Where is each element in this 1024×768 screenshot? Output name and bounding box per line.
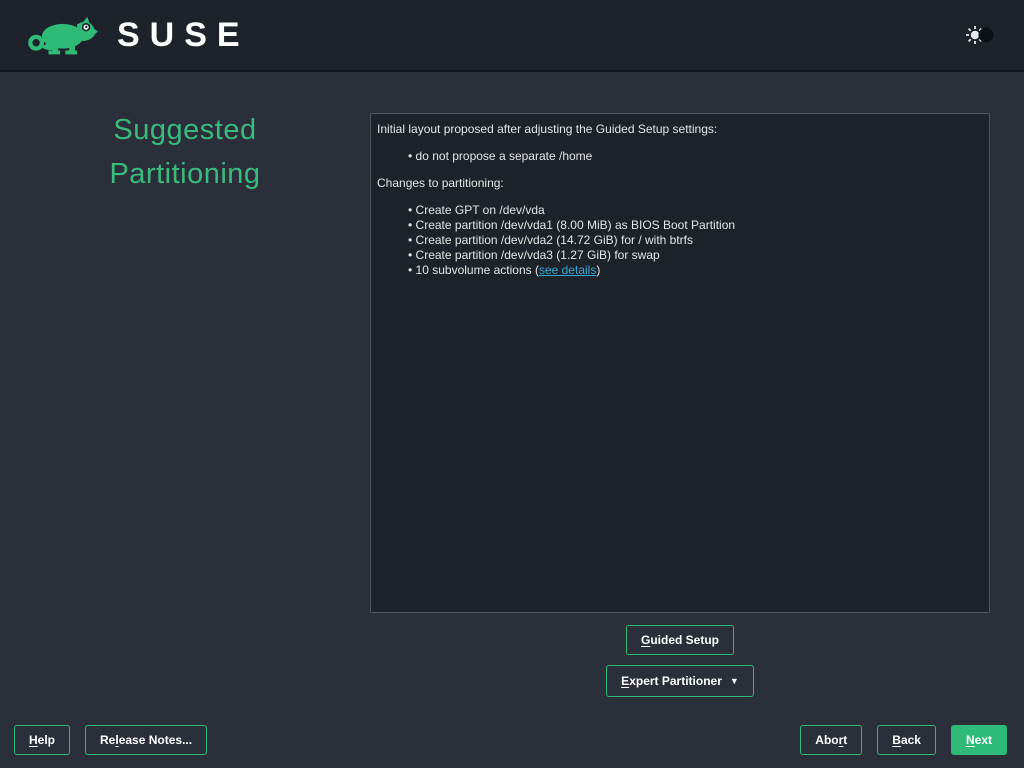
suse-chameleon-icon [25,9,103,62]
intro-bullet-list: do not propose a separate /home [408,149,983,164]
panel-actions: Guided Setup Expert Partitioner ▼ [370,625,990,697]
list-item: do not propose a separate /home [408,149,983,164]
list-item: Create partition /dev/vda2 (14.72 GiB) f… [408,233,983,248]
top-bar: SUSE [0,0,1024,72]
subvolume-text-close: ) [596,263,600,277]
abort-button[interactable]: Abort [800,725,862,755]
list-item: Create GPT on /dev/vda [408,203,983,218]
expert-partitioner-dropdown-button[interactable]: Expert Partitioner ▼ [606,665,754,697]
partitioning-proposal-panel[interactable]: Initial layout proposed after adjusting … [370,113,990,613]
list-item-subvolumes: 10 subvolume actions (see details) [408,263,983,278]
list-item: Create partition /dev/vda3 (1.27 GiB) fo… [408,248,983,263]
footer-bar: Help Release Notes... Abort Back Next [0,725,1024,755]
theme-toggle-button[interactable] [960,21,996,49]
subvolume-text: 10 subvolume actions ( [416,263,539,277]
help-button[interactable]: Help [14,725,70,755]
moon-icon [979,28,994,43]
page-title-line1: Suggested [0,108,370,152]
back-button[interactable]: Back [877,725,936,755]
changes-bullet-list: Create GPT on /dev/vda Create partition … [408,203,983,278]
footer-right-group: Abort Back Next [800,725,1007,755]
guided-setup-button[interactable]: Guided Setup [626,625,734,655]
footer-left-group: Help Release Notes... [14,725,207,755]
release-notes-button[interactable]: Release Notes... [85,725,207,755]
suse-logo: SUSE [25,9,250,62]
page-title: Suggested Partitioning [0,108,370,196]
see-details-link[interactable]: see details [539,263,596,277]
page-title-line2: Partitioning [0,152,370,196]
proposal-intro: Initial layout proposed after adjusting … [377,122,983,137]
brand-wordmark: SUSE [117,16,250,55]
chevron-down-icon: ▼ [730,677,739,686]
changes-heading: Changes to partitioning: [377,176,983,191]
list-item: Create partition /dev/vda1 (8.00 MiB) as… [408,218,983,233]
next-button[interactable]: Next [951,725,1007,755]
